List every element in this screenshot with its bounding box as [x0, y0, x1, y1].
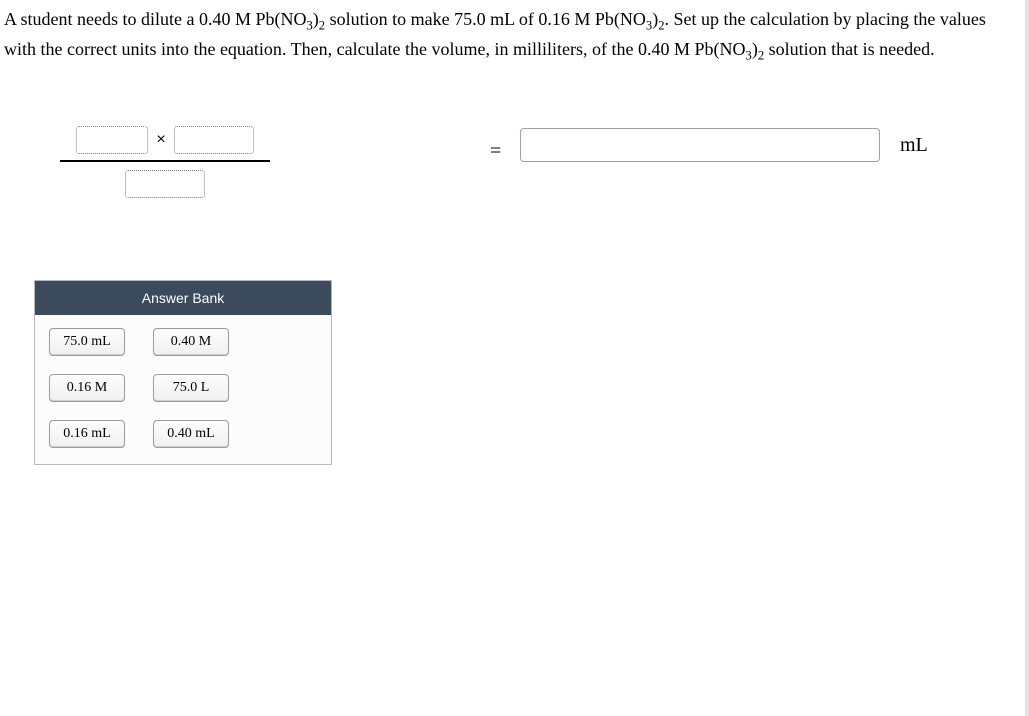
answer-tile[interactable]: 75.0 L: [153, 374, 229, 402]
problem-statement: A student needs to dilute a 0.40 M Pb(NO…: [0, 0, 1029, 66]
result-input[interactable]: [520, 128, 880, 162]
equation-fraction: ×: [60, 126, 270, 198]
work-area: × = mL: [0, 66, 1029, 316]
equation-denominator: [125, 170, 205, 198]
drop-slot-denominator[interactable]: [125, 170, 205, 198]
drop-slot-numerator-2[interactable]: [174, 126, 254, 154]
answer-tile[interactable]: 0.16 M: [49, 374, 125, 402]
answer-tile[interactable]: 0.40 mL: [153, 420, 229, 448]
multiply-icon: ×: [156, 131, 165, 149]
answer-tile[interactable]: 0.16 mL: [49, 420, 125, 448]
answer-tile[interactable]: 75.0 mL: [49, 328, 125, 356]
fraction-bar: [60, 160, 270, 162]
scrollbar-edge: [1025, 0, 1029, 716]
answer-bank-title: Answer Bank: [35, 281, 331, 315]
equation-numerator: ×: [76, 126, 253, 154]
answer-bank-body: 75.0 mL 0.40 M 0.16 M 75.0 L 0.16 mL 0.4…: [35, 315, 331, 464]
equals-sign: =: [490, 140, 501, 163]
result-unit-label: mL: [900, 134, 928, 157]
answer-tile[interactable]: 0.40 M: [153, 328, 229, 356]
answer-bank: Answer Bank 75.0 mL 0.40 M 0.16 M 75.0 L…: [34, 280, 332, 465]
drop-slot-numerator-1[interactable]: [76, 126, 148, 154]
